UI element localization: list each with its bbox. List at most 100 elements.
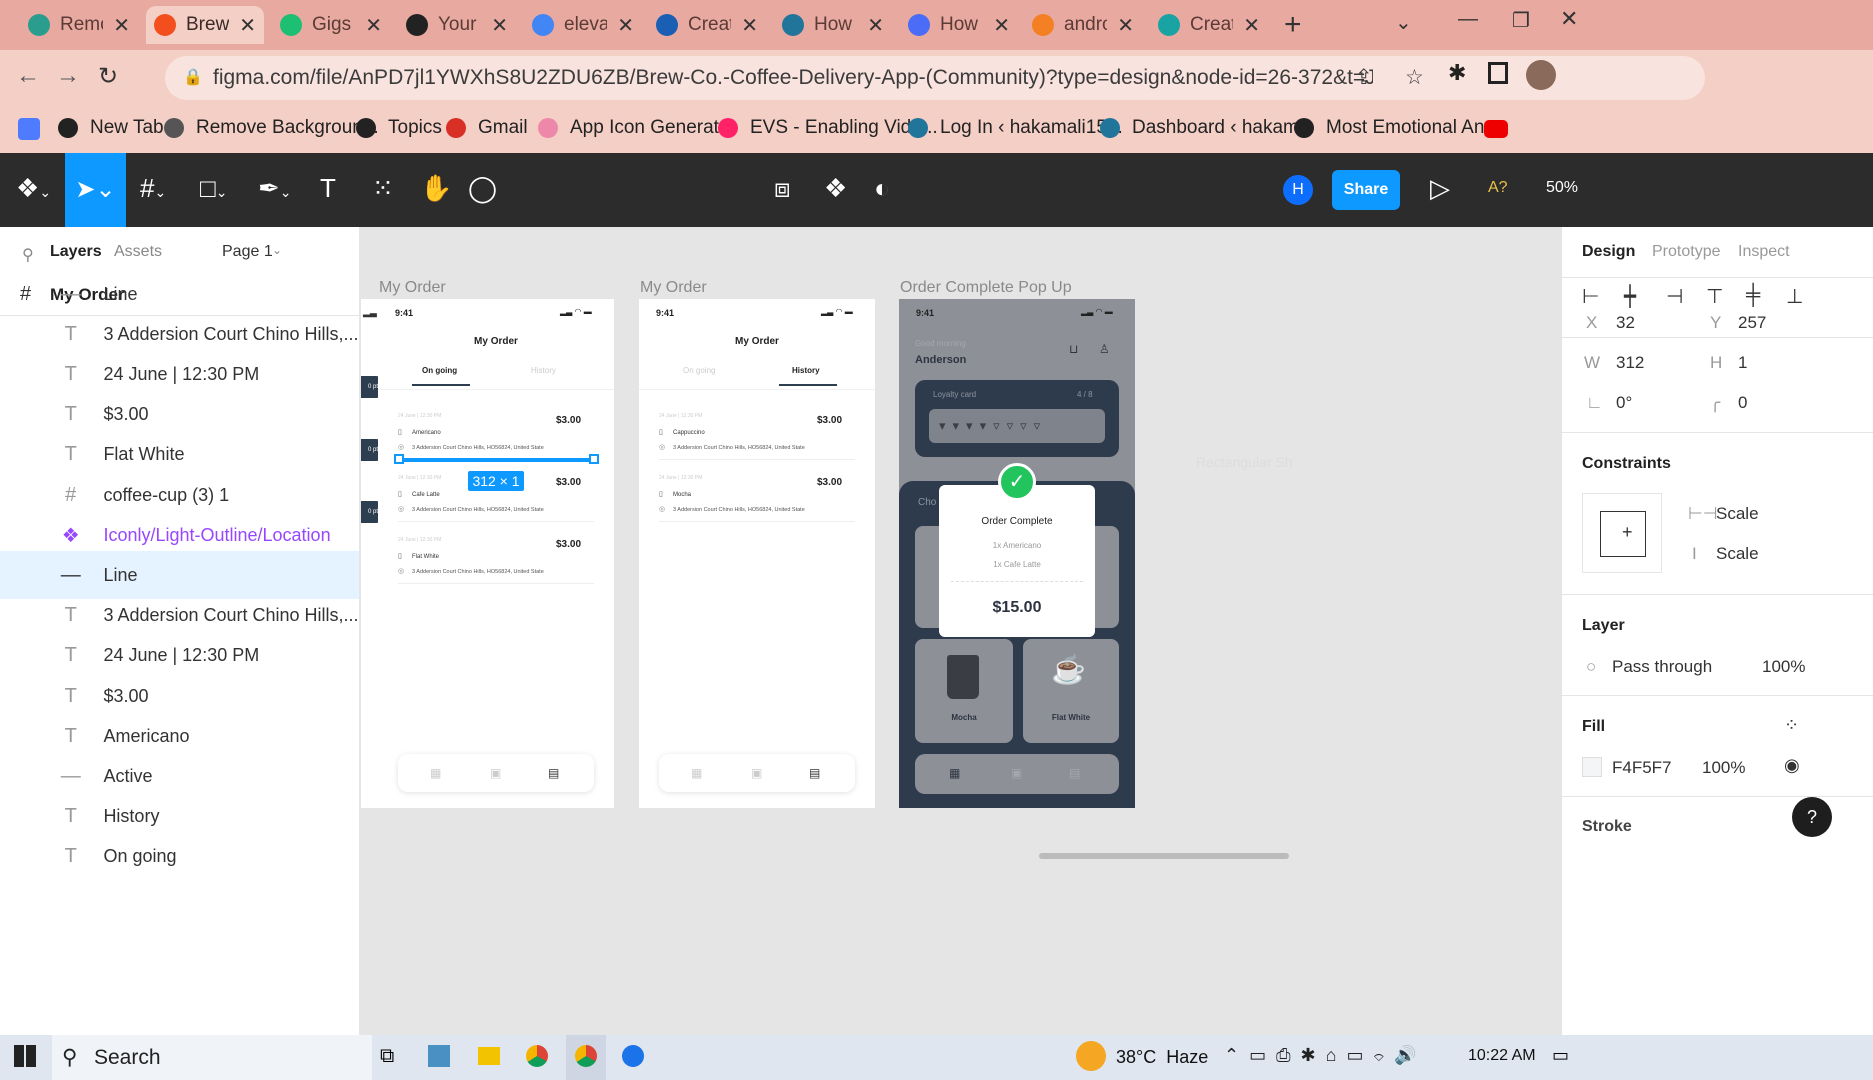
y-field[interactable]: 257 — [1738, 313, 1766, 333]
zoom-level[interactable]: 50% — [1546, 179, 1578, 197]
browser-tab[interactable]: How to ✕ — [900, 6, 1018, 44]
restore-button[interactable]: ❐ — [1512, 8, 1530, 33]
browser-tab[interactable]: How to ✕ — [774, 6, 892, 44]
gift-icon[interactable]: ▣ — [1011, 766, 1022, 780]
close-tab-icon[interactable]: ✕ — [1117, 13, 1134, 38]
orders-icon[interactable]: ▤ — [1069, 766, 1080, 780]
back-icon[interactable]: ← — [16, 62, 40, 90]
layers-tab[interactable]: Layers — [50, 243, 102, 261]
notification-icon[interactable]: ▭ — [1552, 1045, 1569, 1066]
file-explorer-icon[interactable] — [478, 1047, 500, 1065]
taskbar-search[interactable]: ⚲ Search — [52, 1035, 372, 1080]
my-order-ongoing-frame[interactable]: 9:41 ▂▃ ◠ ▬ My Order On going History 24… — [378, 299, 614, 808]
close-tab-icon[interactable]: ✕ — [491, 13, 508, 38]
hand-tool-icon[interactable]: ✋ — [420, 173, 452, 204]
align-left-icon[interactable]: ⊢ — [1582, 284, 1599, 309]
page-selector[interactable]: Page 1 — [222, 243, 273, 261]
share-page-icon[interactable]: ⇪ — [1355, 56, 1373, 100]
browser-tab[interactable]: Gigs ✕ — [272, 6, 390, 44]
product-card-mocha[interactable]: Mocha — [915, 639, 1013, 743]
align-bottom-icon[interactable]: ⊥ — [1786, 284, 1803, 309]
orders-icon[interactable]: ▤ — [809, 766, 820, 780]
search-icon[interactable]: ⚲ — [22, 245, 34, 265]
blend-mode[interactable]: Pass through — [1612, 657, 1712, 677]
pen-tool-icon[interactable]: ✒⌄ — [258, 173, 292, 204]
task-view-icon[interactable]: ⧉ — [380, 1045, 394, 1068]
bookmark-item[interactable]: Remove Backgroun... — [164, 117, 379, 139]
eye-icon[interactable]: ◉ — [1784, 755, 1800, 776]
chrome-icon[interactable] — [526, 1045, 548, 1067]
bookmark-app-icon[interactable] — [18, 118, 40, 140]
help-button[interactable]: ? — [1792, 797, 1832, 837]
fill-opacity[interactable]: 100% — [1702, 758, 1745, 778]
text-tool-icon[interactable]: T — [320, 173, 336, 204]
fill-swatch[interactable] — [1582, 757, 1602, 777]
close-window-button[interactable]: ✕ — [1560, 6, 1578, 32]
browser-tab[interactable]: Create ✕ — [648, 6, 766, 44]
cart-icon[interactable]: ⊔ — [1069, 342, 1078, 356]
url-field[interactable]: 🔒 figma.com/file/AnPD7jl1YWXhS8U2ZDU6ZB/… — [165, 56, 1705, 100]
store-icon[interactable]: ▦ — [430, 766, 441, 780]
close-tab-icon[interactable]: ✕ — [113, 13, 130, 38]
store-icon[interactable]: ▦ — [691, 766, 702, 780]
component-icon[interactable]: ❖ — [824, 173, 847, 204]
order-item[interactable]: 24 June | 12:30 PM $3.00 ▯ Cappuccino ◎ 3 Add… — [639, 409, 875, 467]
close-tab-icon[interactable]: ✕ — [239, 13, 256, 38]
align-hcenter-icon[interactable]: ┿ — [1624, 284, 1636, 309]
gift-icon[interactable]: ▣ — [751, 766, 762, 780]
shape-tool-icon[interactable]: □⌄ — [200, 173, 227, 204]
selection-handle[interactable] — [589, 454, 599, 464]
bookmark-item[interactable]: Most Emotional An... — [1294, 117, 1500, 139]
windows-start-icon[interactable] — [14, 1045, 36, 1067]
close-tab-icon[interactable]: ✕ — [365, 13, 382, 38]
minimize-button[interactable]: — — [1458, 8, 1478, 31]
extensions-icon[interactable]: ✱ — [1448, 60, 1466, 86]
frame-label[interactable]: My Order — [379, 279, 446, 297]
bookmark-item[interactable]: Topics — [356, 117, 442, 139]
fill-styles-icon[interactable]: ⁘ — [1784, 715, 1799, 736]
h-field[interactable]: 1 — [1738, 353, 1747, 373]
align-right-icon[interactable]: ⊣ — [1666, 284, 1683, 309]
orders-icon[interactable]: ▤ — [548, 766, 559, 780]
app-store-icon[interactable] — [622, 1045, 644, 1067]
close-tab-icon[interactable]: ✕ — [993, 13, 1010, 38]
move-tool-button[interactable]: ➤⌄ — [65, 153, 126, 227]
tab-on-going[interactable]: On going — [683, 366, 715, 375]
close-tab-icon[interactable]: ✕ — [617, 13, 634, 38]
bookmark-item[interactable]: App Icon Generator — [538, 117, 736, 139]
browser-tab[interactable]: Your R ✕ — [398, 6, 516, 44]
bookmark-item[interactable]: Dashboard ‹ hakam... — [1100, 117, 1315, 139]
user-avatar[interactable]: H — [1283, 175, 1313, 205]
constraints-widget[interactable]: + — [1582, 493, 1662, 573]
align-vcenter-icon[interactable]: ╪ — [1746, 284, 1760, 307]
tab-on-going[interactable]: On going — [422, 366, 457, 375]
x-field[interactable]: 32 — [1616, 313, 1635, 333]
youtube-icon[interactable] — [1484, 120, 1508, 138]
store-icon[interactable]: ▦ — [949, 766, 960, 780]
close-tab-icon[interactable]: ✕ — [867, 13, 884, 38]
profile-avatar[interactable] — [1526, 60, 1556, 90]
forward-icon[interactable]: → — [56, 62, 80, 90]
tab-search-chevron-icon[interactable]: ⌄ — [1395, 10, 1412, 35]
w-field[interactable]: 312 — [1616, 353, 1644, 373]
radius-field[interactable]: 0 — [1738, 393, 1747, 413]
frame-label[interactable]: Order Complete Pop Up — [900, 279, 1072, 297]
order-complete-frame[interactable]: 9:41 ▂▃ ◠ ▬ Good morning Anderson ⊔ ♙ Lo… — [899, 299, 1135, 808]
close-tab-icon[interactable]: ✕ — [741, 13, 758, 38]
close-tab-icon[interactable]: ✕ — [1243, 13, 1260, 38]
profile-icon[interactable]: ♙ — [1099, 342, 1110, 356]
design-canvas[interactable]: ▂▃ ◠ ▬ 0 pts 0 pts 0 pts My Order 9:41 ▂… — [361, 227, 1561, 1035]
browser-tab[interactable]: Remove ✕ — [20, 6, 138, 44]
missing-fonts-indicator[interactable]: A? — [1488, 179, 1508, 197]
browser-tab[interactable]: Brew C ✕ — [146, 6, 264, 44]
rotation-field[interactable]: 0° — [1616, 393, 1632, 413]
browser-tab[interactable]: Create ✕ — [1150, 6, 1268, 44]
browser-tab[interactable]: elevate ✕ — [524, 6, 642, 44]
order-item[interactable]: 24 June | 12:30 PM $3.00 ▯ Flat White ◎ 3 Add… — [378, 533, 614, 591]
sidepanel-icon[interactable] — [1488, 62, 1508, 84]
order-item[interactable]: 24 June | 12:30 PM $3.00 ▯ Mocha ◎ 3 Addersio… — [639, 471, 875, 529]
tab-history[interactable]: History — [792, 366, 820, 375]
present-icon[interactable]: ▷ — [1430, 173, 1450, 204]
inspect-tab[interactable]: Inspect — [1738, 243, 1790, 261]
design-tab[interactable]: Design — [1582, 243, 1635, 261]
